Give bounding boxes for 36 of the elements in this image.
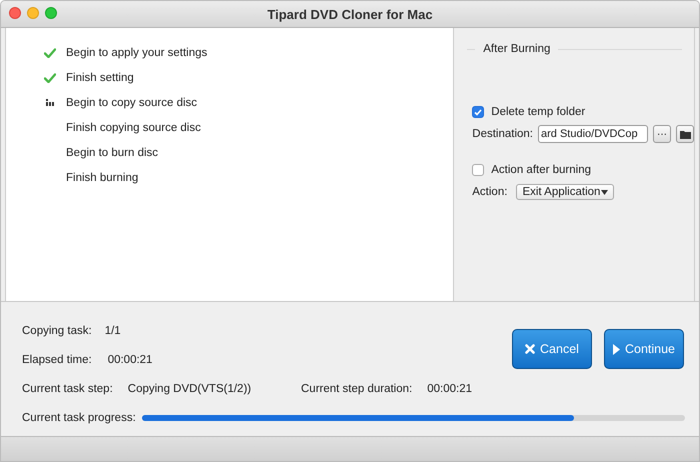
folder-icon <box>680 130 690 138</box>
step-label: Finish copying source disc <box>66 122 201 134</box>
step-label: Begin to burn disc <box>66 146 158 158</box>
task-value: 1/1 <box>104 324 121 336</box>
duration-value: 00:00:21 <box>427 382 472 394</box>
step-label: Begin to copy source disc <box>66 96 198 108</box>
group-title: After Burning <box>483 43 550 55</box>
checkbox[interactable] <box>472 164 484 176</box>
step-label: Current task step: <box>22 382 113 394</box>
step-label: Finish burning <box>66 172 138 184</box>
checkbox[interactable] <box>472 106 484 118</box>
play-icon <box>612 344 620 354</box>
window-title: Tipard DVD Cloner for Mac <box>267 6 433 22</box>
elapsed-label: Elapsed time: <box>22 354 92 366</box>
minimize-button[interactable] <box>27 7 39 19</box>
action-dropdown[interactable]: Exit Application <box>516 184 614 200</box>
checkbox-label: Action after burning <box>491 164 591 176</box>
close-icon <box>525 344 536 354</box>
elapsed-value: 00:00:21 <box>108 354 152 366</box>
action-label: Action: <box>472 186 508 198</box>
progress-label: Current task progress: <box>22 412 136 424</box>
zoom-button[interactable] <box>45 7 57 19</box>
duration-label: Current step duration: <box>301 382 412 394</box>
step-label: Finish setting <box>66 72 134 84</box>
browse-button[interactable]: ··· <box>653 125 671 143</box>
caret-icon <box>601 190 608 194</box>
close-button[interactable] <box>9 7 21 19</box>
destination-label: Destination: <box>472 128 533 140</box>
step-value: Copying DVD(VTS(1/2)) <box>128 382 252 394</box>
cancel-button[interactable]: Cancel <box>512 329 592 369</box>
destination-field[interactable]: ard Studio/DVDCop <box>538 125 648 143</box>
checkbox-label: Delete temp folder <box>491 106 586 118</box>
task-label: Copying task: <box>22 324 92 336</box>
step-label: Begin to apply your settings <box>66 46 208 58</box>
continue-button[interactable]: Continue <box>604 329 684 369</box>
folder-button[interactable] <box>676 125 694 143</box>
